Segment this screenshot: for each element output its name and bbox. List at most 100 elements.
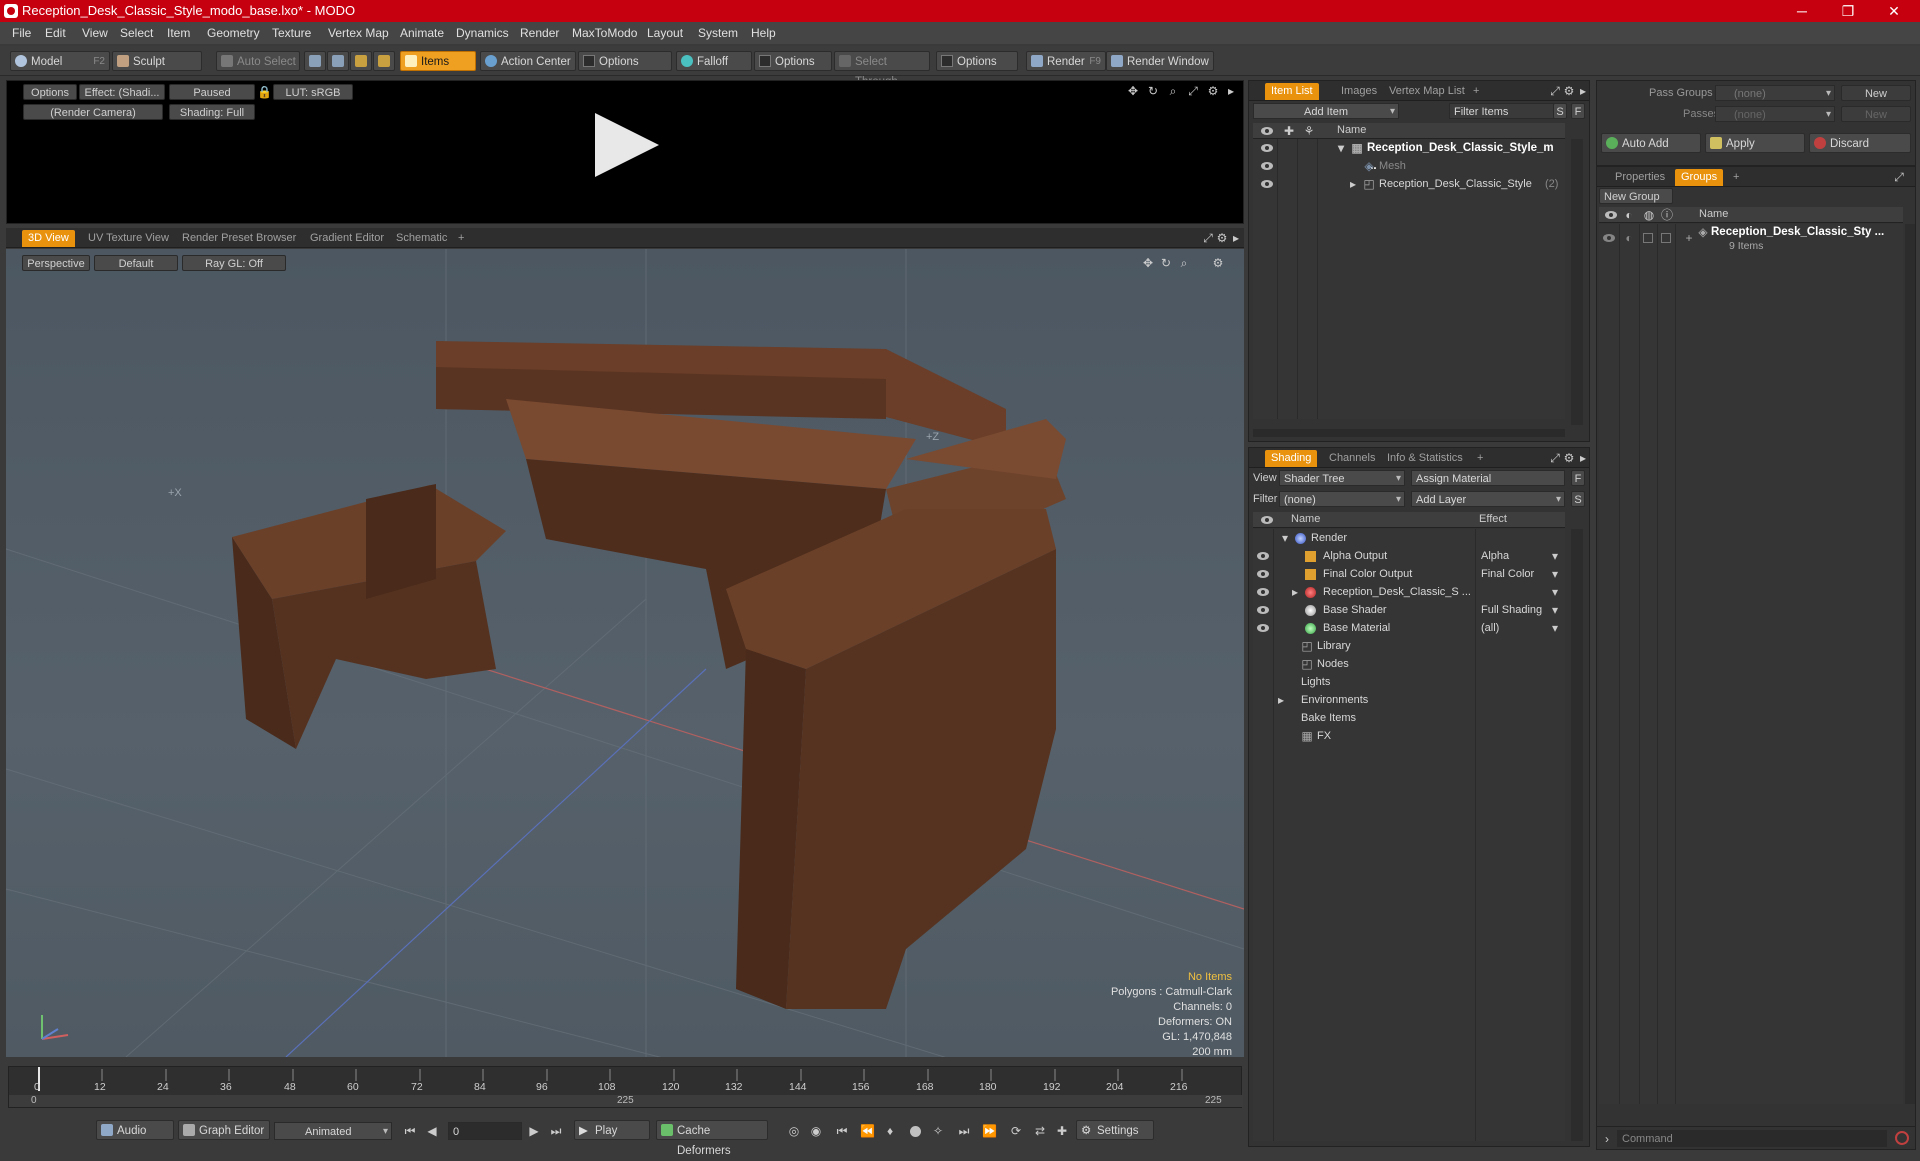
eye-icon[interactable] [1261,162,1273,170]
new-group-button[interactable]: New Group [1599,188,1673,204]
item-list-tree[interactable]: ▾ ▦ Reception_Desk_Classic_Style_m ... ◈… [1253,139,1565,419]
discard-button[interactable]: Discard [1809,133,1911,153]
assign-material-button[interactable]: Assign Material [1411,470,1565,486]
gear-icon[interactable]: ⚙ [1216,232,1228,244]
menu-system[interactable]: System [698,22,738,44]
eye-icon[interactable] [1257,588,1269,596]
expand-triangle-icon[interactable]: ▾ [1279,532,1291,544]
action-center-button[interactable]: Action Center [480,51,576,71]
view-shader-tree-dropdown[interactable]: Shader Tree [1279,470,1405,487]
gear-icon[interactable]: ⚙ [1212,257,1224,269]
pan-icon[interactable]: ✥ [1127,85,1139,97]
shader-row-base-material[interactable]: Base Material (all) ▾ [1253,619,1565,637]
tab-3d-view[interactable]: 3D View [22,230,75,247]
polygons-mode-button[interactable] [350,51,372,71]
falloff-options-button[interactable]: Options [754,51,832,71]
expand-plus-icon[interactable]: + [1683,232,1695,244]
maximize-icon[interactable]: ⤢ [1187,85,1199,97]
delete-key-icon[interactable]: ✧ [932,1125,944,1137]
group-row[interactable]: ◐ + ◈ Reception_Desk_Classic_Sty ... 9 I… [1599,224,1903,254]
command-input[interactable]: Command [1617,1130,1887,1147]
edges-mode-button[interactable] [327,51,349,71]
shader-row-base-shader[interactable]: Base Shader Full Shading ▾ [1253,601,1565,619]
model-mode-button[interactable]: Model F2 [10,51,110,71]
add-tab-button[interactable]: + [1467,83,1485,100]
item-row-mesh[interactable]: ◈ Mesh [1253,157,1565,175]
menu-texture[interactable]: Texture [272,22,311,44]
render-window-button[interactable]: Render Window [1106,51,1214,71]
expand-triangle-icon[interactable]: ▸ [1289,586,1301,598]
eye-icon[interactable] [1261,144,1273,152]
tab-images[interactable]: Images [1335,83,1383,100]
expand-triangle-icon[interactable]: ▸ [1275,694,1287,706]
arrow-right-icon[interactable]: ▸ [1577,452,1589,464]
maximize-icon[interactable]: ⤢ [1202,232,1214,244]
new-pass-group-button[interactable]: New [1841,85,1911,101]
plus-icon[interactable]: ✚ [1056,1125,1068,1137]
menu-edit[interactable]: Edit [45,22,66,44]
eye-icon[interactable] [1257,570,1269,578]
auto-key-icon[interactable]: ◉ [810,1125,822,1137]
effect-dropdown-icon[interactable]: ▾ [1549,604,1561,616]
tab-item-list[interactable]: Item List [1265,83,1319,100]
add-layer-dropdown[interactable]: Add Layer [1411,491,1565,508]
menu-dynamics[interactable]: Dynamics [456,22,509,44]
shader-row-material-group[interactable]: ▸ Reception_Desk_Classic_S ... ▾ [1253,583,1565,601]
render-camera-dropdown[interactable]: (Render Camera) [23,104,163,120]
menu-maxtomodo[interactable]: MaxToModo [572,22,637,44]
eye-icon[interactable] [1257,552,1269,560]
gear-icon[interactable]: ⚙ [1207,85,1219,97]
shader-row-alpha-output[interactable]: Alpha Output Alpha ▾ [1253,547,1565,565]
filter-dropdown[interactable]: (none) [1279,491,1405,508]
effect-dropdown-icon[interactable]: ▾ [1549,568,1561,580]
menu-vertex-map[interactable]: Vertex Map [328,22,389,44]
zoom-icon[interactable]: ⌕ [1167,85,1179,97]
menu-file[interactable]: File [12,22,31,44]
keyframe-icon[interactable]: ♦ [884,1125,896,1137]
filter-s-button[interactable]: S [1553,103,1567,119]
add-tab-button[interactable]: + [1471,450,1489,467]
falloff-button[interactable]: Falloff [676,51,752,71]
effect-dropdown-icon[interactable]: ▾ [1549,622,1561,634]
tab-schematic[interactable]: Schematic [390,230,453,247]
minimize-button[interactable]: ─ [1780,0,1824,22]
pass-groups-dropdown[interactable]: (none) [1715,85,1835,102]
effect-dropdown-icon[interactable]: ▾ [1549,550,1561,562]
skip-to-start-icon[interactable]: ⏮ [404,1125,416,1137]
vertical-scrollbar[interactable] [1905,224,1915,1104]
vertical-scrollbar[interactable] [1571,529,1583,1141]
options-checkbox[interactable] [759,55,771,67]
shader-row-environments[interactable]: ▸ Environments [1253,691,1565,709]
tab-uv-texture-view[interactable]: UV Texture View [82,230,175,247]
eye-icon[interactable] [1603,234,1615,242]
render-toggle-icon[interactable]: ◐ [1623,232,1635,244]
fast-forward-icon[interactable]: ⏩ [982,1125,997,1137]
vertical-scrollbar[interactable] [1571,139,1583,425]
menu-geometry[interactable]: Geometry [207,22,260,44]
arrow-right-icon[interactable]: ▸ [1225,85,1237,97]
items-mode-button[interactable]: Items [400,51,476,71]
pan-icon[interactable]: ✥ [1142,257,1154,269]
expand-triangle-icon[interactable]: ▾ [1335,142,1347,154]
next-keyframe-icon[interactable]: ⏭ [958,1125,970,1137]
passes-dropdown[interactable]: (none) [1715,106,1835,123]
shader-row-bake-items[interactable]: Bake Items [1253,709,1565,727]
auto-add-button[interactable]: Auto Add [1601,133,1701,153]
select-through-button[interactable]: Select Through [834,51,930,88]
raygl-dropdown[interactable]: Ray GL: Off [182,255,286,271]
prev-frame-icon[interactable]: ⏪ [860,1125,875,1137]
maximize-icon[interactable]: ⤢ [1893,171,1905,183]
filter-items-input[interactable]: Filter Items [1449,103,1561,119]
close-button[interactable]: ✕ [1872,0,1916,22]
new-pass-button[interactable]: New [1841,106,1911,122]
menu-item[interactable]: Item [167,22,190,44]
menu-select[interactable]: Select [120,22,153,44]
add-item-dropdown[interactable]: Add Item [1253,103,1399,120]
prev-keyframe-icon[interactable]: ⏮ [836,1125,848,1137]
shader-tree[interactable]: ▾ Render Alpha Output Alpha ▾ Final Colo… [1253,529,1565,1141]
menu-layout[interactable]: Layout [647,22,683,44]
shading-dropdown[interactable]: Shading: Full [169,104,255,120]
perspective-dropdown[interactable]: Perspective [22,255,90,271]
item-row-scene[interactable]: ▾ ▦ Reception_Desk_Classic_Style_m ... [1253,139,1565,172]
prev-key-icon[interactable]: ◀ [426,1125,438,1137]
